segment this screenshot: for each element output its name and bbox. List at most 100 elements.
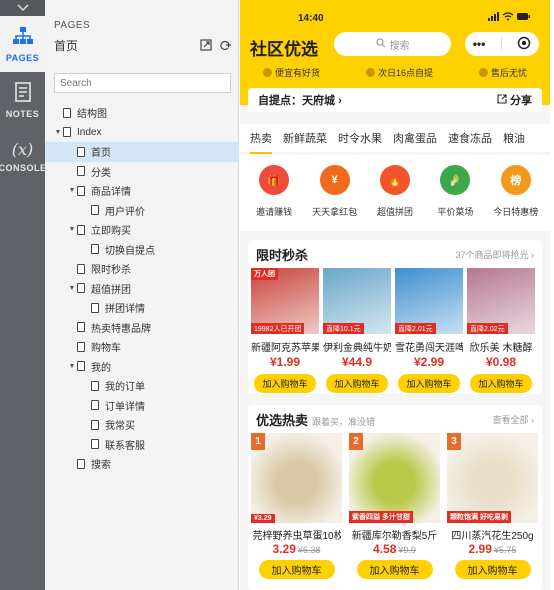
hot-sale-item[interactable]: 2 紫香四溢 多汁甘甜 新疆库尔勒香梨5斤 4.58 ¥9.9 加入购物车 xyxy=(349,433,440,579)
tree-item[interactable]: 首页 xyxy=(45,142,239,162)
product-name: 四川蒸汽花生250g xyxy=(451,531,534,542)
tree-item[interactable]: 购物车 xyxy=(45,337,239,357)
quick-entry[interactable]: 🎁 邀请赚钱 xyxy=(246,155,302,231)
search-label: 搜索 xyxy=(389,40,410,52)
tree-item[interactable]: ▼ Index xyxy=(45,123,239,143)
add-to-cart-button[interactable]: 加入购物车 xyxy=(326,374,388,393)
hot-sale-more-link[interactable]: 查看全部 › xyxy=(493,413,535,426)
add-to-cart-button[interactable]: 加入购物车 xyxy=(356,560,433,579)
add-page-icon[interactable] xyxy=(200,39,212,54)
page-icon xyxy=(91,205,99,216)
tree-item[interactable]: 拼团详情 xyxy=(45,298,239,318)
tree-item-label: 购物车 xyxy=(91,343,121,355)
product-name: 雪花勇闯天涯啤酒 xyxy=(395,343,463,354)
rank-badge: 2 xyxy=(349,433,363,450)
tree-item[interactable]: ▼ 超值拼团 xyxy=(45,279,239,299)
product-image[interactable]: 直降2.01元 xyxy=(395,268,463,334)
share-button[interactable]: 分享 xyxy=(497,92,532,108)
quick-entry[interactable]: ¥ 天天拿红包 xyxy=(307,155,363,231)
product-image[interactable]: 直降2.02元 xyxy=(467,268,535,334)
tree-item[interactable]: 订单详情 xyxy=(45,396,239,416)
quick-entry[interactable]: 榜今日特惠榜 xyxy=(488,155,544,231)
quick-entry[interactable]: 🔥 超值拼团 xyxy=(367,155,423,231)
tree-item[interactable]: 搜索 xyxy=(45,454,239,474)
page-icon xyxy=(77,341,85,352)
tree-item[interactable]: ▼ 我的 xyxy=(45,357,239,377)
rail-tab-console[interactable]: (x) CONSOLE xyxy=(0,128,46,184)
product-image[interactable]: 直降10.1元 xyxy=(323,268,391,334)
product-image[interactable]: 2 紫香四溢 多汁甘甜 xyxy=(349,433,440,523)
page-icon xyxy=(77,146,85,157)
add-to-cart-button[interactable]: 加入购物车 xyxy=(454,560,531,579)
more-icon[interactable]: ••• xyxy=(473,37,486,51)
tree-item[interactable]: 结构图 xyxy=(45,103,239,123)
pages-search-input[interactable] xyxy=(54,73,231,93)
tree-item[interactable]: 切换自提点 xyxy=(45,240,239,260)
category-tab[interactable]: 粮油 xyxy=(503,130,525,146)
add-to-cart-button[interactable]: 加入购物车 xyxy=(254,374,316,393)
page-icon xyxy=(63,107,71,118)
tree-item[interactable]: 我常买 xyxy=(45,415,239,435)
tree-item[interactable]: 用户评价 xyxy=(45,201,239,221)
search-bar[interactable]: 搜索 xyxy=(334,32,451,56)
page-icon xyxy=(77,263,85,274)
pickup-bar[interactable]: 自提点：天府城 › 分享 xyxy=(248,88,542,112)
hot-sale-title: 优选热卖 xyxy=(256,412,309,428)
status-time: 14:40 xyxy=(298,13,324,24)
mobile-preview: 14:40 社区优选 搜索 ••• 便宜有好货 次日16点自提 售后无忧 自提点… xyxy=(240,0,550,590)
product-price: ¥0.98 xyxy=(485,355,517,369)
add-to-cart-button[interactable]: 加入购物车 xyxy=(470,374,532,393)
rail-tab-pages[interactable]: PAGES xyxy=(0,16,45,72)
caret-down-icon[interactable]: ▼ xyxy=(53,129,63,136)
perk-item: 次日16点自提 xyxy=(365,66,433,79)
rail-label-notes: NOTES xyxy=(5,108,40,119)
hot-sale-item[interactable]: 3 颗粒饱满 好吃易剥四川蒸汽花生250g 2.99 ¥5.75 加入购物车 xyxy=(447,433,538,579)
rail-tab-notes[interactable]: NOTES xyxy=(0,72,45,128)
notes-icon xyxy=(14,81,32,105)
category-tab[interactable]: 时令水果 xyxy=(338,130,382,146)
tree-item[interactable]: 我的订单 xyxy=(45,376,239,396)
flash-sale-more-link[interactable]: 37个商品即将抢光 › xyxy=(455,248,534,261)
tree-item[interactable]: 热卖特惠品牌 xyxy=(45,318,239,338)
category-tab[interactable]: 热卖 xyxy=(250,130,272,154)
caret-down-icon[interactable]: ▼ xyxy=(67,363,77,370)
tree-item-label: 结构图 xyxy=(77,109,107,121)
tree-item-label: 限时秒杀 xyxy=(91,265,131,277)
quick-entry[interactable]: 🥬 平价菜场 xyxy=(427,155,483,231)
brand-title: 社区优选 xyxy=(250,40,318,59)
product-price: 2.99 ¥5.75 xyxy=(469,542,517,556)
tree-item[interactable]: ▼ 商品详情 xyxy=(45,181,239,201)
caret-down-icon[interactable]: ▼ xyxy=(67,226,77,233)
add-to-cart-button[interactable]: 加入购物车 xyxy=(398,374,460,393)
collapse-chevron-icon[interactable] xyxy=(0,0,45,16)
category-tab[interactable]: 新鲜蔬菜 xyxy=(283,130,327,146)
add-folder-icon[interactable] xyxy=(219,39,231,54)
product-image[interactable]: 3 颗粒饱满 好吃易剥 xyxy=(447,433,538,523)
original-price: ¥9.9 xyxy=(398,545,416,555)
hot-sale-item[interactable]: 1 ¥3.29 芫梓野养虫草蛋10枚 3.29 ¥6.38 加入购物车 xyxy=(251,433,342,579)
tree-item[interactable]: ▼ 立即购买 xyxy=(45,220,239,240)
page-icon xyxy=(91,302,99,313)
group-buy-badge: 万人团 xyxy=(251,268,278,280)
caret-down-icon[interactable]: ▼ xyxy=(67,285,77,292)
product-image[interactable]: 1 ¥3.29 xyxy=(251,433,342,523)
product-image[interactable]: 万人团 19982人已开团 xyxy=(251,268,319,334)
product-name: 新疆库尔勒香梨5斤 xyxy=(351,531,438,542)
tree-item-label: 搜索 xyxy=(91,460,111,472)
close-target-icon[interactable] xyxy=(517,36,531,53)
tree-item[interactable]: 联系客服 xyxy=(45,435,239,455)
discount-tag: 直降10.1元 xyxy=(323,323,364,334)
discount-tag: 19982人已开团 xyxy=(251,323,305,334)
flash-sale-item[interactable]: 万人团 19982人已开团 新疆阿克苏苹果 ¥1.99 加入购物车 xyxy=(251,268,319,393)
category-tab[interactable]: 速食冻品 xyxy=(448,130,492,146)
promo-badge: ¥3.29 xyxy=(251,514,275,523)
flash-sale-item[interactable]: 直降10.1元 伊利金典纯牛奶 ¥44.9 加入购物车 xyxy=(323,268,391,393)
tree-item[interactable]: 限时秒杀 xyxy=(45,259,239,279)
add-to-cart-button[interactable]: 加入购物车 xyxy=(258,560,335,579)
category-tab[interactable]: 肉禽蛋品 xyxy=(393,130,437,146)
flash-sale-item[interactable]: 直降2.02元 欣乐美 木糖醇 ¥0.98 加入购物车 xyxy=(467,268,535,393)
flash-sale-item[interactable]: 直降2.01元雪花勇闯天涯啤酒¥2.99 加入购物车 xyxy=(395,268,463,393)
tree-item-label: 立即购买 xyxy=(91,226,131,238)
caret-down-icon[interactable]: ▼ xyxy=(67,187,77,194)
tree-item[interactable]: 分类 xyxy=(45,162,239,182)
